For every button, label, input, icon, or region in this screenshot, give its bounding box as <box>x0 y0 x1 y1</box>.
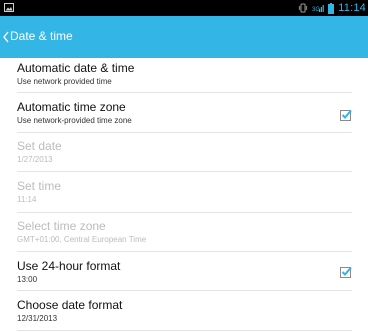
setting-title: Set date <box>17 139 62 153</box>
setting-automatic-date-time[interactable]: Automatic date & time Use network provid… <box>17 61 352 87</box>
setting-set-date[interactable]: Set date 1/27/2013 <box>17 139 352 165</box>
battery-icon <box>328 2 335 14</box>
setting-title: Automatic date & time <box>17 61 135 75</box>
setting-title: Choose date format <box>17 298 123 312</box>
status-icons: 3G 11:14 <box>298 1 366 15</box>
setting-summary: 11:14 <box>17 195 37 204</box>
setting-title: Automatic time zone <box>17 100 126 114</box>
checkbox-checked-icon[interactable] <box>340 266 352 278</box>
divider <box>17 92 352 93</box>
divider <box>17 330 352 331</box>
setting-summary: GMT+01:00, Central European Time <box>17 235 147 244</box>
setting-choose-date-format[interactable]: Choose date format 12/31/2013 <box>17 298 352 324</box>
setting-summary: Use network provided time <box>17 77 112 86</box>
setting-title: Select time zone <box>17 219 106 233</box>
page-title[interactable]: Date & time <box>10 29 73 43</box>
setting-automatic-time-zone[interactable]: Automatic time zone Use network-provided… <box>17 101 352 125</box>
setting-use-24-hour-format[interactable]: Use 24-hour format 13:00 <box>17 260 352 284</box>
setting-title: Use 24-hour format <box>17 259 121 273</box>
setting-title: Set time <box>17 179 62 193</box>
setting-summary: 1/27/2013 <box>17 155 53 164</box>
setting-summary: 12/31/2013 <box>17 314 58 323</box>
setting-summary: 13:00 <box>17 275 38 284</box>
divider <box>17 212 352 213</box>
action-bar: Date & time <box>0 16 368 58</box>
setting-set-time[interactable]: Set time 11:14 <box>17 179 352 205</box>
divider <box>17 171 352 172</box>
divider <box>17 132 352 133</box>
back-chevron-icon[interactable] <box>2 28 10 46</box>
setting-select-time-zone[interactable]: Select time zone GMT+01:00, Central Euro… <box>17 219 352 245</box>
setting-summary: Use network-provided time zone <box>17 116 132 125</box>
status-bar: 3G 11:14 <box>0 0 368 16</box>
vibrate-icon <box>298 3 308 13</box>
divider <box>17 251 352 252</box>
signal-icon: 3G <box>312 5 325 13</box>
image-icon <box>4 3 14 12</box>
status-time: 11:14 <box>338 2 366 14</box>
divider <box>17 290 352 291</box>
checkbox-checked-icon[interactable] <box>340 109 352 121</box>
